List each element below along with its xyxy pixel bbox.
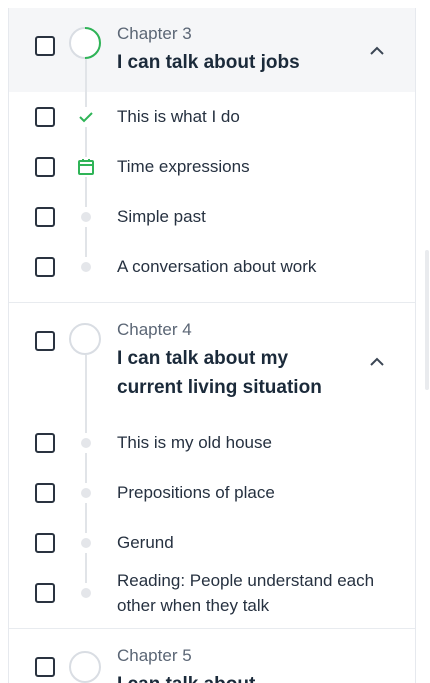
lesson-checkbox[interactable] bbox=[35, 483, 55, 503]
lesson-checkbox[interactable] bbox=[35, 257, 55, 277]
chapter-5-checkbox[interactable] bbox=[35, 657, 55, 677]
chapter-title: I can talk about bbox=[117, 670, 357, 683]
calendar-icon bbox=[77, 157, 95, 177]
lesson-checkbox[interactable] bbox=[35, 107, 55, 127]
lesson-checkbox[interactable] bbox=[35, 433, 55, 453]
pending-dot-icon bbox=[77, 533, 95, 553]
lesson-title: This is what I do bbox=[117, 107, 240, 126]
lesson-item[interactable]: This is what I do bbox=[9, 97, 415, 137]
chapter-4-header[interactable]: Chapter 4 I can talk about my current li… bbox=[9, 303, 415, 423]
lesson-item[interactable]: Time expressions bbox=[9, 147, 415, 187]
lesson-item[interactable]: Prepositions of place bbox=[9, 473, 415, 513]
lesson-item[interactable]: A conversation about work bbox=[9, 247, 415, 287]
check-icon bbox=[77, 107, 95, 127]
lesson-title: Reading: People understand each other wh… bbox=[117, 571, 375, 615]
lesson-title: A conversation about work bbox=[117, 257, 317, 276]
lesson-item[interactable]: Simple past bbox=[9, 197, 415, 237]
pending-dot-icon bbox=[77, 207, 95, 227]
course-outline-panel: Chapter 3 I can talk about jobs This is … bbox=[8, 8, 416, 683]
progress-ring-icon bbox=[69, 323, 101, 355]
lesson-item[interactable]: This is my old house bbox=[9, 423, 415, 463]
pending-dot-icon bbox=[77, 433, 95, 453]
lesson-title: Gerund bbox=[117, 533, 174, 552]
progress-ring-icon bbox=[69, 651, 101, 683]
chapter-5-header[interactable]: Chapter 5 I can talk about bbox=[9, 629, 415, 683]
chapter-number: Chapter 5 bbox=[117, 646, 192, 665]
scrollbar-thumb[interactable] bbox=[425, 250, 429, 390]
chevron-up-icon[interactable] bbox=[367, 355, 387, 369]
chapter-number: Chapter 4 bbox=[117, 320, 192, 339]
pending-dot-icon bbox=[77, 583, 95, 603]
lesson-checkbox[interactable] bbox=[35, 583, 55, 603]
lesson-title: This is my old house bbox=[117, 433, 272, 452]
lesson-checkbox[interactable] bbox=[35, 533, 55, 553]
chapter-title: I can talk about jobs bbox=[117, 52, 300, 73]
lesson-checkbox[interactable] bbox=[35, 207, 55, 227]
lesson-item[interactable]: Gerund bbox=[9, 523, 415, 563]
lesson-title: Prepositions of place bbox=[117, 483, 275, 502]
pending-dot-icon bbox=[77, 257, 95, 277]
chapter-3-header[interactable]: Chapter 3 I can talk about jobs bbox=[9, 8, 415, 92]
chapter-title: I can talk about my current living situa… bbox=[117, 348, 322, 398]
chapter-3-checkbox[interactable] bbox=[35, 36, 55, 56]
chapter-number: Chapter 3 bbox=[117, 24, 192, 43]
lesson-title: Time expressions bbox=[117, 157, 250, 176]
chevron-up-icon[interactable] bbox=[367, 44, 387, 58]
chapter-4-checkbox[interactable] bbox=[35, 331, 55, 351]
pending-dot-icon bbox=[77, 483, 95, 503]
lesson-checkbox[interactable] bbox=[35, 157, 55, 177]
progress-ring-icon bbox=[69, 27, 101, 59]
lesson-title: Simple past bbox=[117, 207, 206, 226]
lesson-item[interactable]: Reading: People understand each other wh… bbox=[9, 568, 415, 618]
